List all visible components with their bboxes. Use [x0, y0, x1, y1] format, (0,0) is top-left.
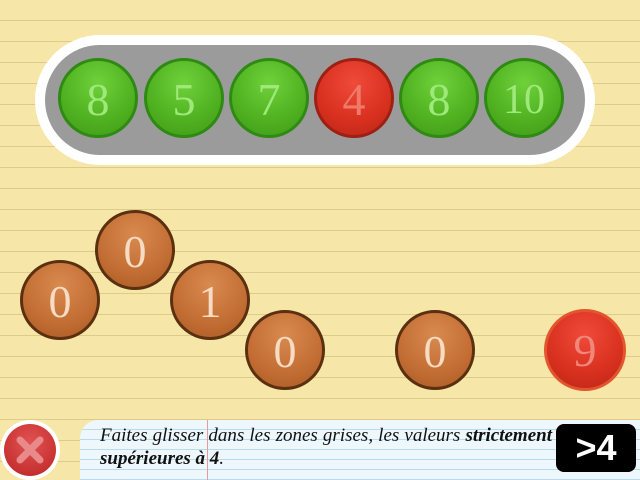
tray-ball-3[interactable]: 7	[229, 58, 309, 138]
tray-ball-4[interactable]: 4	[314, 58, 394, 138]
close-icon	[4, 424, 56, 476]
rule-badge: >4	[556, 424, 636, 472]
token-ball[interactable]: 0	[95, 210, 175, 290]
token-ball[interactable]: 0	[245, 310, 325, 390]
tray-ball-2[interactable]: 5	[144, 58, 224, 138]
token-ball[interactable]: 0	[395, 310, 475, 390]
token-ball-red[interactable]: 9	[544, 309, 626, 391]
tray-ball-5[interactable]: 8	[399, 58, 479, 138]
token-ball[interactable]: 0	[20, 260, 100, 340]
close-button[interactable]	[0, 420, 60, 480]
token-ball[interactable]: 1	[170, 260, 250, 340]
tray-ball-1[interactable]: 8	[58, 58, 138, 138]
instruction-text: Faites glisser dans les zones grises, le…	[100, 424, 552, 470]
instruction-end: .	[219, 448, 225, 469]
tray-ball-6[interactable]: 10	[484, 58, 564, 138]
instruction-main: Faites glisser dans les zones grises, le…	[100, 425, 461, 446]
